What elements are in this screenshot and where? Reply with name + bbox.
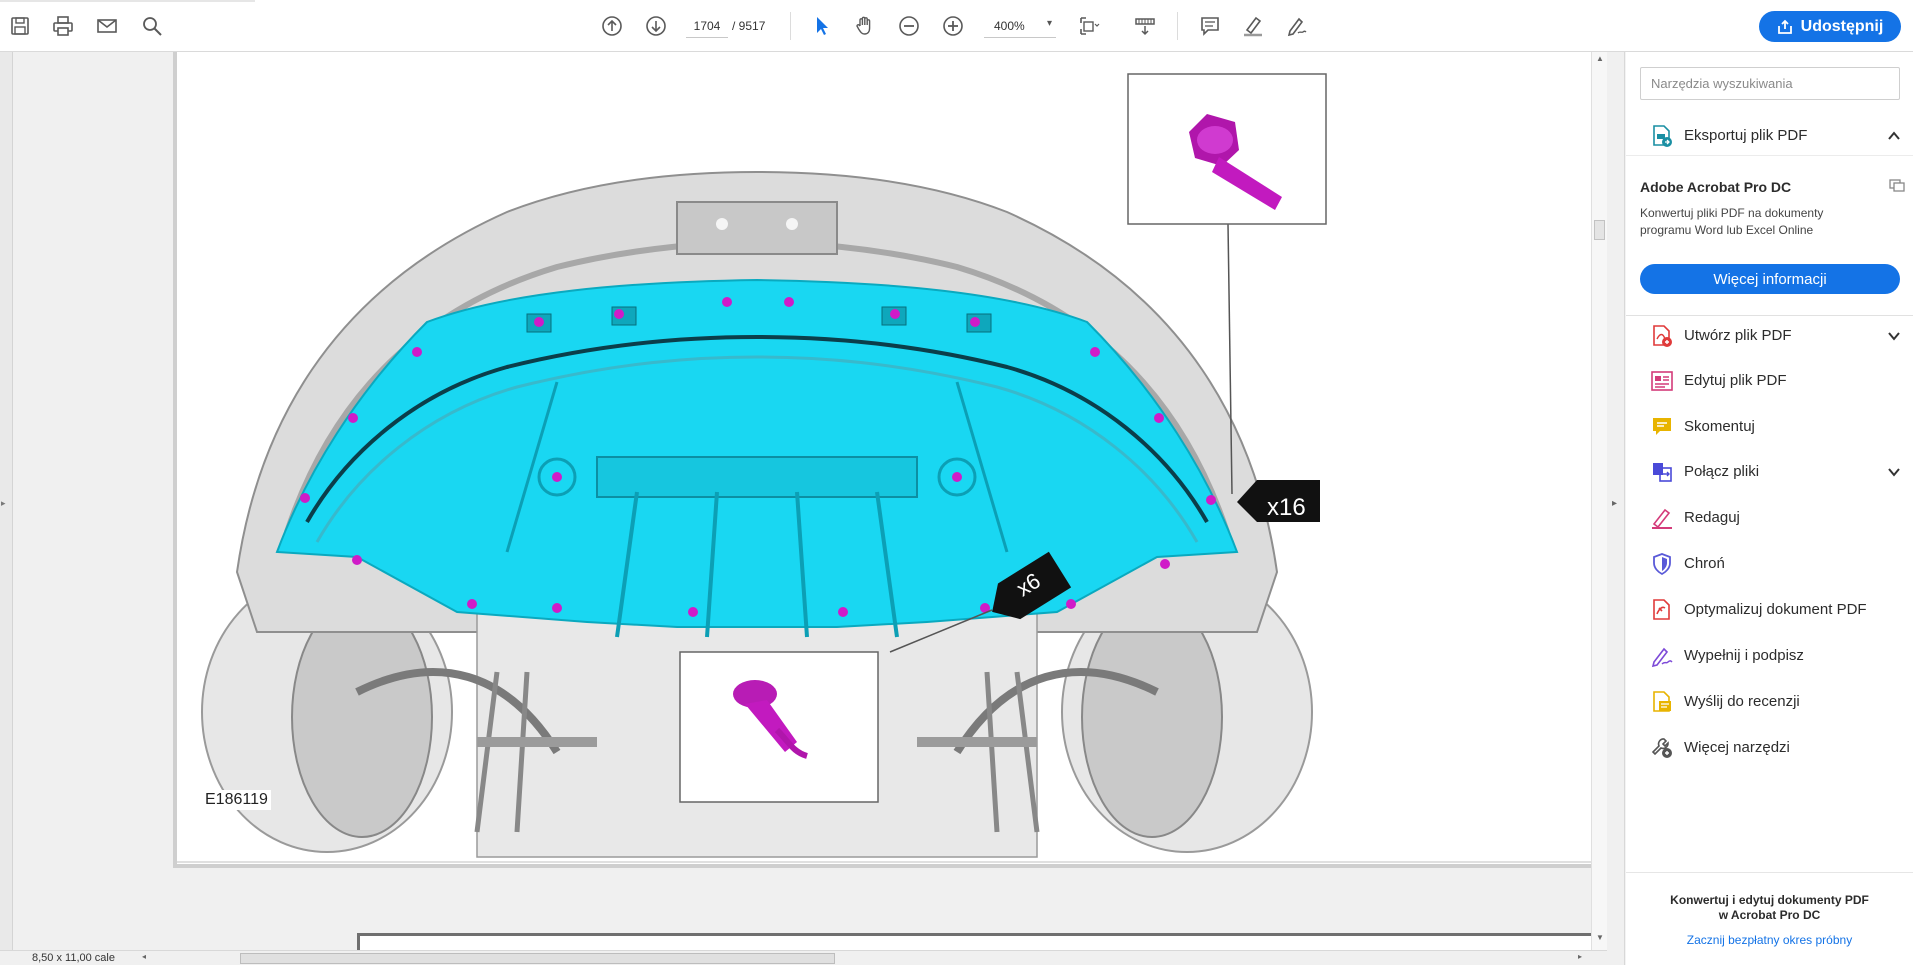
fill-sign-icon [1651, 647, 1673, 668]
expand-left-pane-icon[interactable]: ▸ [1, 498, 6, 509]
save-icon[interactable] [5, 11, 35, 41]
undertray-panel [275, 278, 1239, 628]
horizontal-scroll-thumb[interactable] [240, 953, 835, 964]
vertical-scrollbar[interactable]: ▲ ▼ [1591, 52, 1607, 950]
scroll-mode-icon[interactable] [1130, 11, 1160, 41]
redact-icon [1652, 508, 1672, 529]
tool-fill-sign[interactable]: Wypełnij i podpisz [1626, 636, 1913, 676]
page-total: / 9517 [732, 19, 766, 33]
tab-strip-line [0, 0, 255, 2]
protect-icon [1653, 553, 1671, 576]
tool-label: Utwórz plik PDF [1684, 327, 1792, 344]
scroll-up-icon[interactable]: ▲ [1596, 54, 1604, 63]
share-icon [1777, 19, 1792, 34]
diagram-image [177, 73, 1595, 863]
chevron-down-icon[interactable] [1886, 328, 1902, 344]
toolbar-divider [790, 12, 791, 40]
hand-icon[interactable] [850, 11, 880, 41]
pdf-page: x16 x6 E186119 [173, 52, 1595, 868]
tool-optimize-pdf[interactable]: Optymalizuj dokument PDF [1626, 590, 1913, 630]
email-icon[interactable] [92, 11, 122, 41]
vertical-scroll-thumb[interactable] [1594, 220, 1605, 240]
promo-description: Konwertuj pliki PDF na dokumenty program… [1640, 206, 1824, 237]
next-pdf-page [357, 933, 1597, 950]
more-tools-icon [1651, 738, 1672, 758]
tool-redact[interactable]: Redaguj [1626, 498, 1913, 538]
comment-icon [1653, 418, 1671, 435]
horizontal-scrollbar[interactable]: ◂ ▸ [140, 952, 1590, 965]
scroll-left-icon[interactable]: ◂ [142, 952, 146, 961]
tool-label: Skomentuj [1684, 418, 1755, 435]
bottom-promo-title-2: w Acrobat Pro DC [1718, 908, 1821, 922]
tool-label: Połącz pliki [1684, 463, 1760, 480]
edit-pdf-icon [1651, 371, 1673, 391]
zoom-out-icon[interactable] [894, 11, 924, 41]
tow-bracket [676, 201, 838, 255]
tool-label: Eksportuj plik PDF [1684, 127, 1808, 144]
tools-search-input[interactable] [1640, 67, 1900, 100]
tool-label: Optymalizuj dokument PDF [1684, 601, 1867, 618]
page-up-icon[interactable] [597, 11, 627, 41]
share-button[interactable]: Udostępnij [1759, 11, 1901, 42]
comment-icon[interactable] [1195, 11, 1225, 41]
optimize-pdf-icon [1653, 599, 1670, 620]
select-arrow-icon[interactable] [807, 11, 837, 41]
tool-label: Więcej narzędzi [1684, 739, 1790, 756]
tool-edit-pdf[interactable]: Edytuj plik PDF [1626, 361, 1913, 401]
tool-more-tools[interactable]: Więcej narzędzi [1626, 728, 1913, 768]
tools-pane: Eksportuj plik PDF Adobe Acrobat Pro DC … [1626, 52, 1913, 965]
highlight-icon[interactable] [1238, 11, 1268, 41]
share-label: Udostępnij [1800, 17, 1884, 35]
tool-label: Chroń [1684, 555, 1725, 572]
image-code: E186119 [202, 790, 271, 810]
export-pdf-icon [1653, 125, 1672, 147]
page-down-icon[interactable] [641, 11, 671, 41]
document-viewport[interactable]: ▸ x16 x6 E186119 ▲ ▼ [0, 52, 1607, 950]
scroll-right-icon[interactable]: ▸ [1578, 952, 1582, 961]
right-pane-toggle[interactable]: ▸ [1607, 52, 1625, 965]
more-info-button[interactable]: Więcej informacji [1640, 264, 1900, 294]
tool-label: Redaguj [1684, 509, 1740, 526]
divider [1626, 155, 1913, 156]
tool-protect[interactable]: Chroń [1626, 544, 1913, 584]
zoom-select[interactable]: 400% ▾ [984, 14, 1056, 38]
zoom-value: 400% [994, 19, 1025, 33]
toolbar-divider [1177, 12, 1178, 40]
zoom-in-icon[interactable] [938, 11, 968, 41]
callout-x16-label: x16 [1267, 494, 1306, 521]
sign-icon[interactable] [1282, 11, 1312, 41]
chevron-down-icon: ▾ [1046, 18, 1052, 29]
create-pdf-icon [1653, 325, 1672, 347]
bottom-promo: Konwertuj i edytuj dokumenty PDF w Acrob… [1626, 872, 1913, 965]
promo-title: Adobe Acrobat Pro DC [1640, 179, 1792, 195]
chevron-down-icon[interactable] [1886, 464, 1902, 480]
scroll-down-icon[interactable]: ▼ [1596, 933, 1604, 942]
fit-page-icon[interactable] [1074, 11, 1104, 41]
free-trial-link[interactable]: Zacznij bezpłatny okres próbny [1626, 933, 1913, 947]
tool-label: Wyślij do recenzji [1684, 693, 1800, 710]
tool-send-review[interactable]: Wyślij do recenzji [1626, 682, 1913, 722]
left-pane-strip: ▸ [0, 52, 13, 950]
tool-label: Edytuj plik PDF [1684, 372, 1787, 389]
acrobat-window: / 9517 400% ▾ [0, 0, 1913, 965]
toolbar: / 9517 400% ▾ [0, 0, 1913, 52]
collapse-pane-icon: ▸ [1612, 498, 1618, 509]
tool-create-pdf[interactable]: Utwórz plik PDF [1626, 316, 1913, 356]
cloud-icon [1889, 179, 1905, 192]
chevron-up-icon[interactable] [1886, 128, 1902, 144]
send-review-icon [1653, 691, 1671, 712]
tool-comment[interactable]: Skomentuj [1626, 407, 1913, 447]
page-number-input[interactable] [686, 14, 728, 38]
page-size-label: 8,50 x 11,00 cale [32, 952, 115, 964]
combine-files-icon [1653, 463, 1672, 482]
tool-export-pdf[interactable]: Eksportuj plik PDF [1626, 116, 1913, 156]
print-icon[interactable] [48, 11, 78, 41]
tool-combine-files[interactable]: Połącz pliki [1626, 452, 1913, 492]
search-icon[interactable] [137, 11, 167, 41]
tool-label: Wypełnij i podpisz [1684, 647, 1804, 664]
bottom-promo-title-1: Konwertuj i edytuj dokumenty PDF [1670, 893, 1869, 907]
status-bar: 8,50 x 11,00 cale ◂ ▸ [0, 950, 1607, 965]
